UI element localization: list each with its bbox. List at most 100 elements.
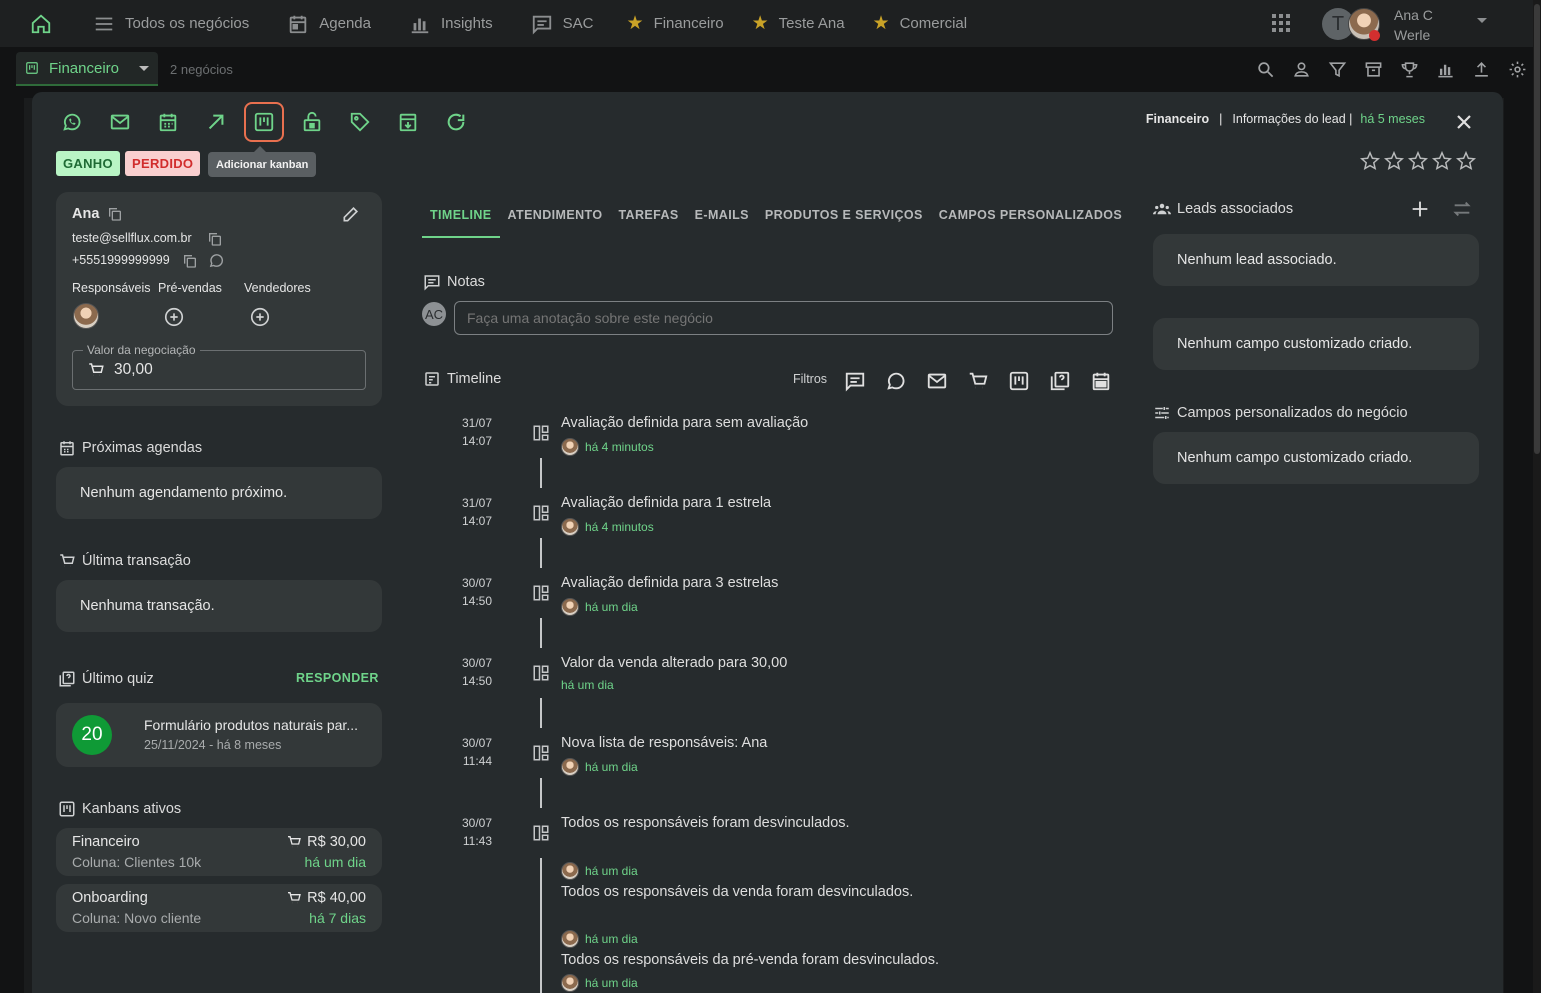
star-outline-icon[interactable] [1383,150,1405,172]
star-outline-icon[interactable] [1431,150,1453,172]
quiz-icon[interactable] [1049,370,1071,392]
close-icon [1457,115,1471,129]
avatar[interactable] [73,303,99,329]
star-outline-icon[interactable] [1455,150,1477,172]
lead-phone[interactable]: +5551999999999 [72,253,170,267]
archive-icon[interactable] [1364,60,1383,79]
star-outline-icon[interactable] [1407,150,1429,172]
nav-comercial[interactable]: ★ Comercial [859,0,982,47]
user-icon[interactable] [1292,60,1311,79]
tab-produtos[interactable]: PRODUTOS E SERVIÇOS [757,198,931,238]
home-icon [31,14,51,33]
transaction-card: Nenhuma transação. [56,580,382,632]
kanban-item[interactable]: Onboarding Coluna: Novo cliente R$ 40,00… [56,884,382,932]
swap-icon[interactable] [1451,198,1473,220]
add-kanban-button[interactable] [244,102,284,142]
user-menu[interactable]: T Ana C Werle [1322,6,1497,43]
edit-icon[interactable] [341,204,361,224]
add-circle-icon[interactable] [163,306,185,328]
board-select[interactable]: Financeiro [16,52,158,86]
nav-teste-ana[interactable]: ★ Teste Ana [738,0,859,47]
nav-agenda[interactable]: Agenda [268,0,390,47]
whatsapp-icon [63,113,81,131]
schedule-button[interactable] [148,102,188,142]
trophy-icon[interactable] [1400,60,1419,79]
tab-tarefas[interactable]: TAREFAS [610,198,686,238]
apps-grid-button[interactable] [1271,13,1291,33]
page-scrollbar[interactable] [1533,0,1541,993]
note-icon[interactable] [844,370,866,392]
entry-date: 30/07 [461,656,492,670]
email-button[interactable] [100,102,140,142]
tab-campos[interactable]: CAMPOS PERSONALIZADOS [931,198,1130,238]
copy-icon[interactable] [182,253,198,269]
board-select-label: Financeiro [48,59,119,77]
lock-button[interactable] [292,102,332,142]
custom-fields-card: Nenhum campo customizado criado. [1153,318,1479,370]
search-icon[interactable] [1256,60,1275,79]
deal-value-field[interactable]: Valor da negociação 30,00 [72,343,366,390]
whatsapp-button[interactable] [52,102,92,142]
refresh-icon [447,113,465,131]
gear-icon[interactable] [1508,60,1527,79]
entry-time: 14:50 [461,674,492,688]
quiz-card[interactable]: 20 Formulário produtos naturais par... 2… [56,703,382,767]
whatsapp-icon[interactable] [208,252,225,269]
board-actions [1256,48,1527,90]
role-prevendas-label: Pré-vendas [158,281,222,295]
quiz-score-badge: 20 [72,715,112,755]
lost-tag[interactable]: PERDIDO [125,151,201,176]
nav-all-deals[interactable]: Todos os negócios [74,0,268,47]
top-navigation: Todos os negócios Agenda Insights SAC ★ … [0,0,1533,47]
sub-entry-meta: há um dia [561,974,638,992]
timeline-connector [540,458,542,488]
close-button[interactable] [1452,110,1476,134]
add-circle-icon[interactable] [249,306,271,328]
nav-sac[interactable]: SAC [512,0,613,47]
tag-button[interactable] [340,102,380,142]
whatsapp-icon[interactable] [885,370,907,392]
kanban-icon[interactable] [1008,370,1030,392]
won-tag[interactable]: GANHO [56,151,120,176]
lead-email[interactable]: teste@sellflux.com.br [72,231,192,245]
home-button[interactable] [0,0,74,47]
kanban-column: Coluna: Clientes 10k [72,854,202,870]
refresh-button[interactable] [436,102,476,142]
note-input[interactable] [454,301,1113,335]
mail-icon[interactable] [926,370,948,392]
nav-financeiro[interactable]: ★ Financeiro [613,0,738,47]
kanban-item[interactable]: Financeiro Coluna: Clientes 10k R$ 30,00… [56,828,382,876]
star-outline-icon[interactable] [1359,150,1381,172]
entry-time: 14:07 [461,434,492,448]
copy-icon[interactable] [107,206,123,222]
avatar [561,598,579,616]
timeline-item-icon [533,665,549,681]
quiz-respond-button[interactable]: RESPONDER [296,671,379,685]
move-deal-button[interactable] [196,102,236,142]
transaction-empty: Nenhuma transação. [80,598,215,614]
entry-date: 30/07 [461,816,492,830]
avatar [561,930,579,948]
tab-timeline[interactable]: TIMELINE [422,198,500,238]
kanban-value: R$ 30,00 [307,834,366,850]
add-icon[interactable] [1409,198,1431,220]
entry-date: 31/07 [461,416,492,430]
archive-button[interactable] [388,102,428,142]
copy-icon[interactable] [207,231,223,247]
calendar-icon[interactable] [1090,370,1112,392]
entry-meta: há 4 minutos [585,520,654,534]
arrow-up-right-icon [208,114,224,130]
tab-emails[interactable]: E-MAILS [687,198,757,238]
nav-insights[interactable]: Insights [390,0,512,47]
bar-chart-icon[interactable] [1436,60,1455,79]
filter-icon[interactable] [1328,60,1347,79]
quiz-icon [59,671,75,687]
entry-text: Avaliação definida para 3 estrelas [561,575,779,591]
tab-atendimento[interactable]: ATENDIMENTO [500,198,611,238]
entry-text: Valor da venda alterado para 30,00 [561,655,788,671]
header-lead-info[interactable]: Informações do lead | [1232,112,1352,126]
lead-name: Ana [72,206,100,222]
entry-time: 11:43 [462,834,492,848]
cart-icon[interactable] [967,370,989,392]
upload-icon[interactable] [1472,60,1491,79]
